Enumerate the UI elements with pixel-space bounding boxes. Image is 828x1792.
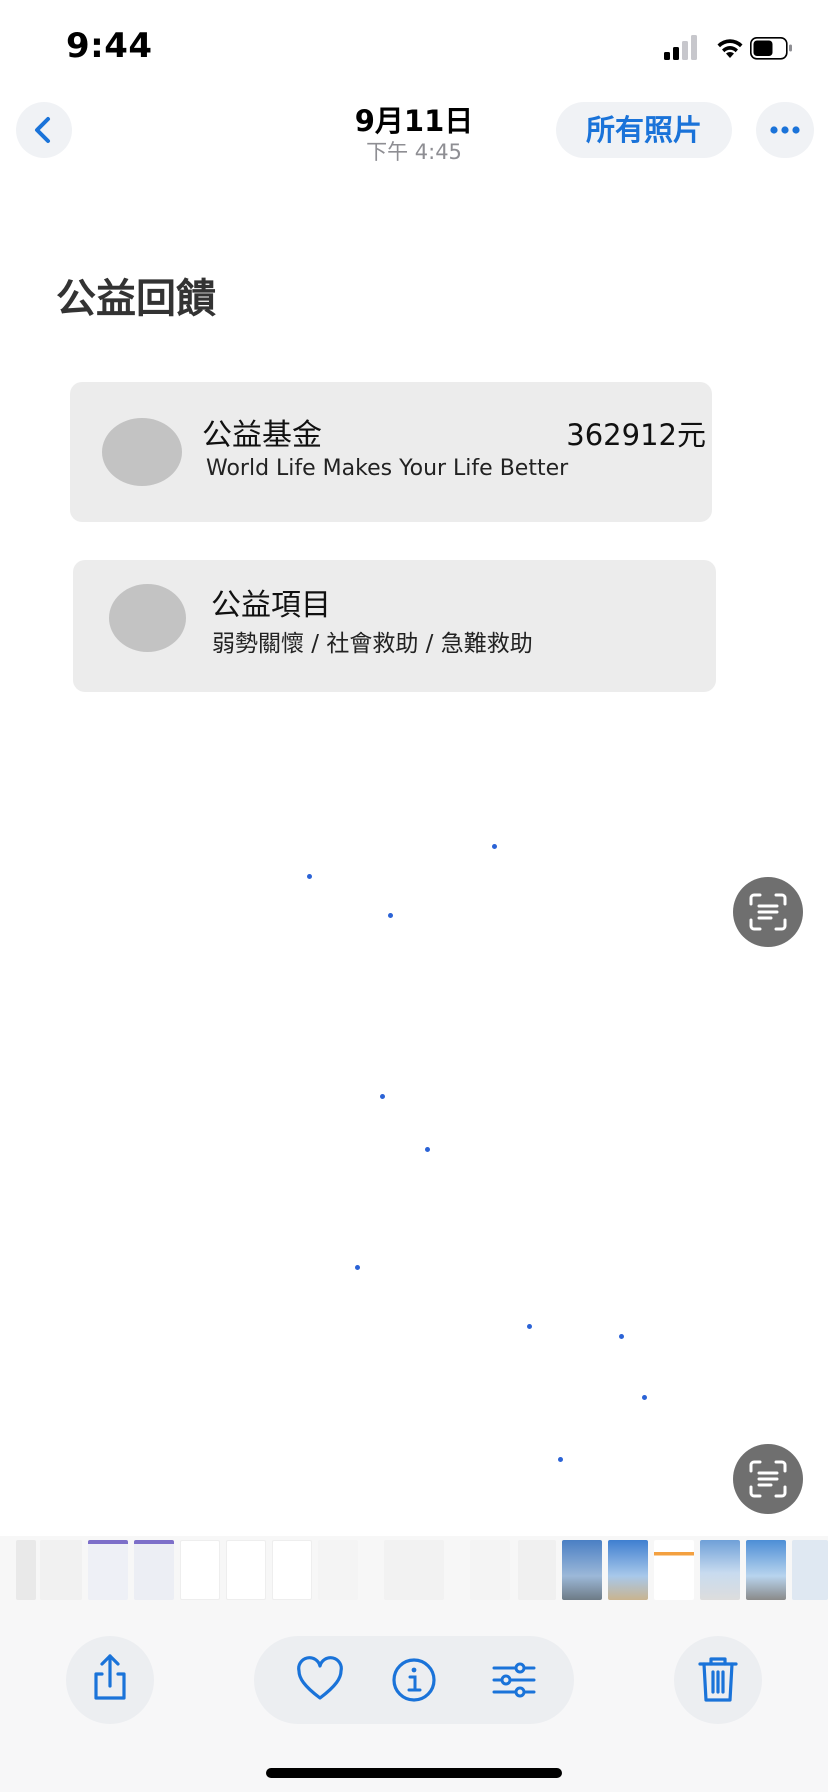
- live-text-icon: [749, 893, 787, 931]
- live-text-button[interactable]: [733, 877, 803, 947]
- scatter-dot: [355, 1265, 360, 1270]
- thumbnail[interactable]: [518, 1540, 556, 1600]
- thumbnail[interactable]: [16, 1540, 36, 1600]
- card-title: 公益項目: [211, 588, 331, 623]
- status-time: 9:44: [66, 26, 153, 66]
- scatter-dot: [619, 1334, 624, 1339]
- scatter-dot: [425, 1147, 430, 1152]
- bottom-toolbar: [0, 1620, 828, 1792]
- wifi-icon: [717, 39, 743, 58]
- thumbnail[interactable]: [134, 1540, 174, 1600]
- scatter-dot: [388, 913, 393, 918]
- share-button[interactable]: [66, 1636, 154, 1724]
- card-subtitle: 弱勢關懷 / 社會救助 / 急難救助: [212, 631, 533, 657]
- scatter-dot: [527, 1324, 532, 1329]
- thumbnail[interactable]: [562, 1540, 602, 1600]
- share-icon: [94, 1654, 126, 1700]
- thumbnail[interactable]: [470, 1540, 510, 1600]
- scatter-dot: [380, 1094, 385, 1099]
- more-button[interactable]: [756, 102, 814, 158]
- photo-heading: 公益回饋: [56, 276, 216, 322]
- status-icons: [664, 34, 794, 64]
- thumbnail[interactable]: [318, 1540, 358, 1600]
- status-bar: 9:44: [0, 0, 828, 100]
- card-title: 公益基金: [202, 418, 322, 453]
- thumbnail[interactable]: [180, 1540, 220, 1600]
- scatter-dot: [642, 1395, 647, 1400]
- thumbnail[interactable]: [88, 1540, 128, 1600]
- battery-icon: [750, 37, 792, 60]
- info-icon[interactable]: [384, 1650, 444, 1710]
- card-amount: 362912元: [566, 418, 706, 452]
- thumbnail[interactable]: [654, 1540, 694, 1600]
- photo-viewer[interactable]: 公益回饋 公益基金 362912元 World Life Makes Your …: [0, 184, 828, 1536]
- heart-icon[interactable]: [290, 1650, 350, 1710]
- card-avatar: [109, 584, 186, 652]
- charity-projects-card: 公益項目 弱勢關懷 / 社會救助 / 急難救助: [73, 560, 716, 692]
- thumbnail[interactable]: [608, 1540, 648, 1600]
- trash-icon: [698, 1657, 738, 1702]
- charity-fund-card: 公益基金 362912元 World Life Makes Your Life …: [70, 382, 712, 522]
- delete-button[interactable]: [674, 1636, 762, 1724]
- photo-nav-bar: 9月11日 下午 4:45 所有照片: [0, 96, 828, 280]
- live-text-icon: [749, 1460, 787, 1498]
- scatter-dot: [307, 874, 312, 879]
- photo-filmstrip[interactable]: [0, 1536, 828, 1620]
- action-pill: [254, 1636, 574, 1724]
- scatter-dot: [492, 844, 497, 849]
- adjust-sliders-icon[interactable]: [484, 1650, 544, 1710]
- thumbnail[interactable]: [226, 1540, 266, 1600]
- card-subtitle: World Life Makes Your Life Better: [206, 456, 569, 481]
- thumbnail[interactable]: [792, 1540, 828, 1600]
- card-avatar: [102, 418, 182, 486]
- all-photos-button[interactable]: 所有照片: [556, 102, 732, 158]
- ellipsis-icon: [770, 126, 800, 134]
- home-indicator: [266, 1768, 562, 1778]
- thumbnail[interactable]: [272, 1540, 312, 1600]
- thumbnail[interactable]: [384, 1540, 444, 1600]
- cellular-signal-icon: [664, 35, 697, 60]
- thumbnail[interactable]: [700, 1540, 740, 1600]
- scatter-dot: [558, 1457, 563, 1462]
- thumbnail[interactable]: [40, 1540, 82, 1600]
- thumbnail[interactable]: [746, 1540, 786, 1600]
- live-text-button[interactable]: [733, 1444, 803, 1514]
